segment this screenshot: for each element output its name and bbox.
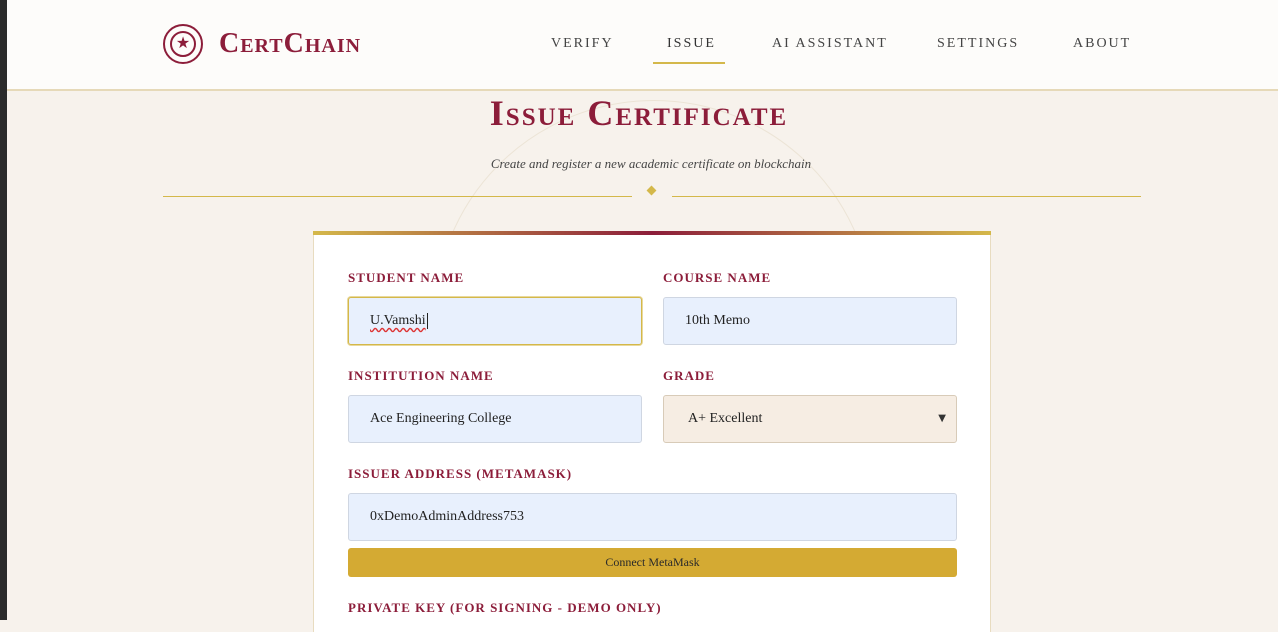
institution-name-input[interactable]: Ace Engineering College	[348, 395, 642, 443]
student-name-input[interactable]: U.Vamshi	[348, 297, 642, 345]
page-subtitle: Create and register a new academic certi…	[490, 156, 812, 171]
institution-name-value: Ace Engineering College	[370, 411, 512, 426]
chevron-down-icon: ▼	[938, 413, 946, 424]
nav-issue[interactable]: ISSUE	[667, 36, 716, 52]
nav-settings[interactable]: SETTINGS	[937, 36, 1019, 52]
private-key-label: PRIVATE KEY (FOR SIGNING - DEMO ONLY)	[348, 600, 662, 615]
star-icon: ★	[170, 31, 196, 57]
grade-selected-value: A+ Excellent	[688, 411, 763, 426]
course-name-value: 10th Memo	[685, 313, 750, 328]
institution-name-label: INSTITUTION NAME	[348, 368, 494, 383]
issuer-address-label: ISSUER ADDRESS (METAMASK)	[348, 466, 573, 481]
connect-metamask-button[interactable]: Connect MetaMask	[348, 548, 957, 577]
nav-verify[interactable]: VERIFY	[551, 36, 614, 52]
brand-name[interactable]: CertChain	[219, 28, 361, 60]
course-name-label: COURSE NAME	[663, 270, 772, 285]
grade-select[interactable]: A+ Excellent ▼	[663, 395, 957, 443]
divider-line-left	[163, 196, 632, 197]
nav-ai-assistant[interactable]: AI ASSISTANT	[772, 36, 888, 52]
grade-label: GRADE	[663, 368, 715, 383]
issuer-address-value: 0xDemoAdminAddress753	[370, 509, 524, 524]
course-name-input[interactable]: 10th Memo	[663, 297, 957, 345]
divider-line-right	[672, 196, 1141, 197]
nav-about[interactable]: ABOUT	[1073, 36, 1131, 52]
nav-active-indicator	[653, 62, 725, 64]
issuer-address-input[interactable]: 0xDemoAdminAddress753	[348, 493, 957, 541]
text-caret	[426, 313, 428, 329]
logo-emblem[interactable]: ★	[163, 24, 203, 64]
student-name-label: STUDENT NAME	[348, 270, 465, 285]
student-name-value: U.Vamshi	[370, 313, 426, 328]
card-accent-bar	[313, 231, 991, 235]
page-title: Issue Certificate	[489, 93, 789, 133]
